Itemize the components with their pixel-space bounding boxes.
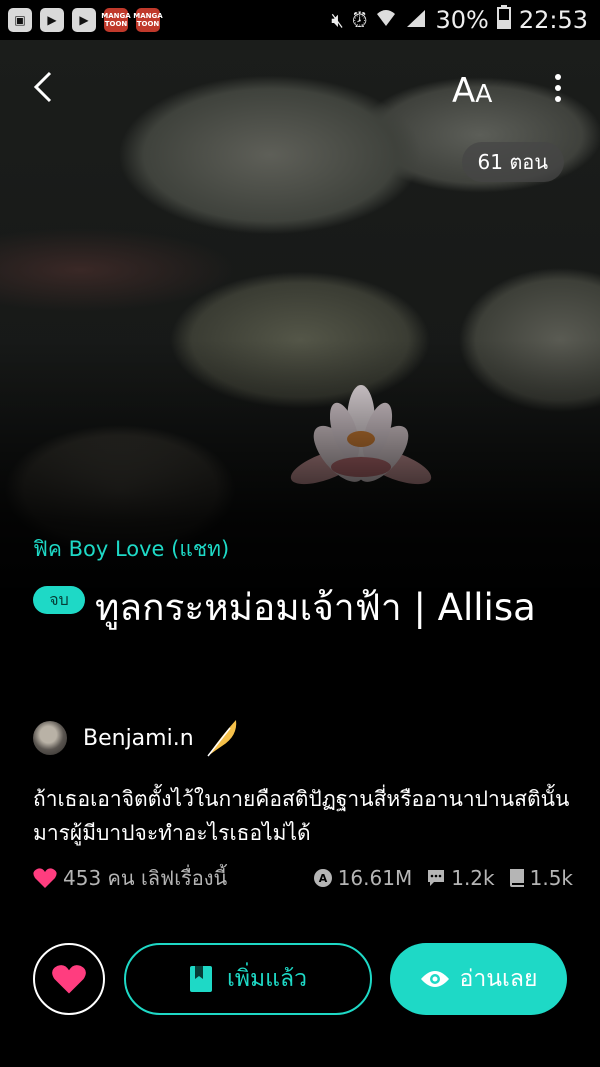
dot bbox=[555, 74, 561, 80]
alarm-icon: ⏰︎ bbox=[351, 8, 368, 32]
author-avatar[interactable] bbox=[33, 721, 67, 755]
story-title: ทูลกระหม่อมเจ้าฟ้า | Allisa bbox=[95, 586, 536, 629]
clock: 22:53 bbox=[518, 6, 588, 34]
book-icon bbox=[509, 869, 524, 887]
back-button[interactable] bbox=[26, 70, 60, 104]
bookmark-count: 1.5k bbox=[509, 866, 573, 890]
font-size-button[interactable]: AA bbox=[452, 68, 492, 108]
signal-icon bbox=[405, 6, 427, 34]
genre-label[interactable]: ฟิค Boy Love (แชท) bbox=[33, 533, 229, 566]
notification-icons: ▣ ▶ ▶ MANGA TOON MANGA TOON bbox=[8, 8, 163, 32]
chevron-left-icon bbox=[33, 71, 52, 103]
svg-text:A: A bbox=[318, 872, 327, 885]
comment-icon bbox=[428, 870, 445, 886]
system-status: 🔇︎ ⏰︎ 30% 22:53 bbox=[331, 0, 588, 40]
love-count: 453 คน เลิฟเรื่องนี้ bbox=[33, 862, 227, 894]
added-to-library-button[interactable]: เพิ่มแล้ว bbox=[124, 943, 372, 1015]
read-label: อ่านเลย bbox=[459, 966, 538, 992]
bookmark-icon bbox=[189, 966, 212, 992]
play-icon: ▶ bbox=[40, 8, 64, 32]
eye-icon bbox=[420, 971, 449, 987]
font-size-icon: A bbox=[452, 71, 476, 111]
stats-row: 453 คน เลิฟเรื่องนี้ A 16.61M 1.2k 1.5k bbox=[33, 862, 573, 894]
love-count-label: 453 คน เลิฟเรื่องนี้ bbox=[63, 866, 228, 890]
episode-count-badge: 61 ตอน bbox=[461, 142, 564, 182]
status-bar: ▣ ▶ ▶ MANGA TOON MANGA TOON 🔇︎ ⏰︎ 30% 22… bbox=[0, 0, 600, 40]
synopsis: ถ้าเธอเอาจิตตั้งไว้ในกายคือสติปัฏฐานสี่ห… bbox=[33, 787, 570, 845]
wifi-icon bbox=[375, 8, 397, 33]
views-icon: A bbox=[313, 869, 332, 887]
view-count: A 16.61M bbox=[313, 866, 412, 890]
author-name[interactable]: Benjami.n bbox=[83, 726, 194, 751]
app-icon: ▣ bbox=[8, 8, 32, 32]
added-label: เพิ่มแล้ว bbox=[226, 966, 308, 992]
comment-count: 1.2k bbox=[426, 866, 495, 890]
more-options-button[interactable] bbox=[546, 70, 570, 106]
battery-level: 30% bbox=[435, 6, 489, 34]
like-button[interactable] bbox=[33, 943, 105, 1015]
cover-image bbox=[0, 40, 600, 600]
mangatoon-icon: MANGA TOON bbox=[101, 8, 131, 32]
feather-icon bbox=[207, 720, 236, 757]
mangatoon-icon: MANGA TOON bbox=[133, 8, 163, 32]
heart-icon bbox=[33, 868, 57, 888]
play-icon: ▶ bbox=[72, 8, 96, 32]
mute-icon: 🔇︎ bbox=[331, 8, 344, 32]
read-now-button[interactable]: อ่านเลย bbox=[390, 943, 567, 1015]
author-row[interactable]: Benjami.n bbox=[33, 718, 240, 758]
battery-icon bbox=[496, 5, 511, 35]
heart-icon bbox=[52, 965, 86, 994]
